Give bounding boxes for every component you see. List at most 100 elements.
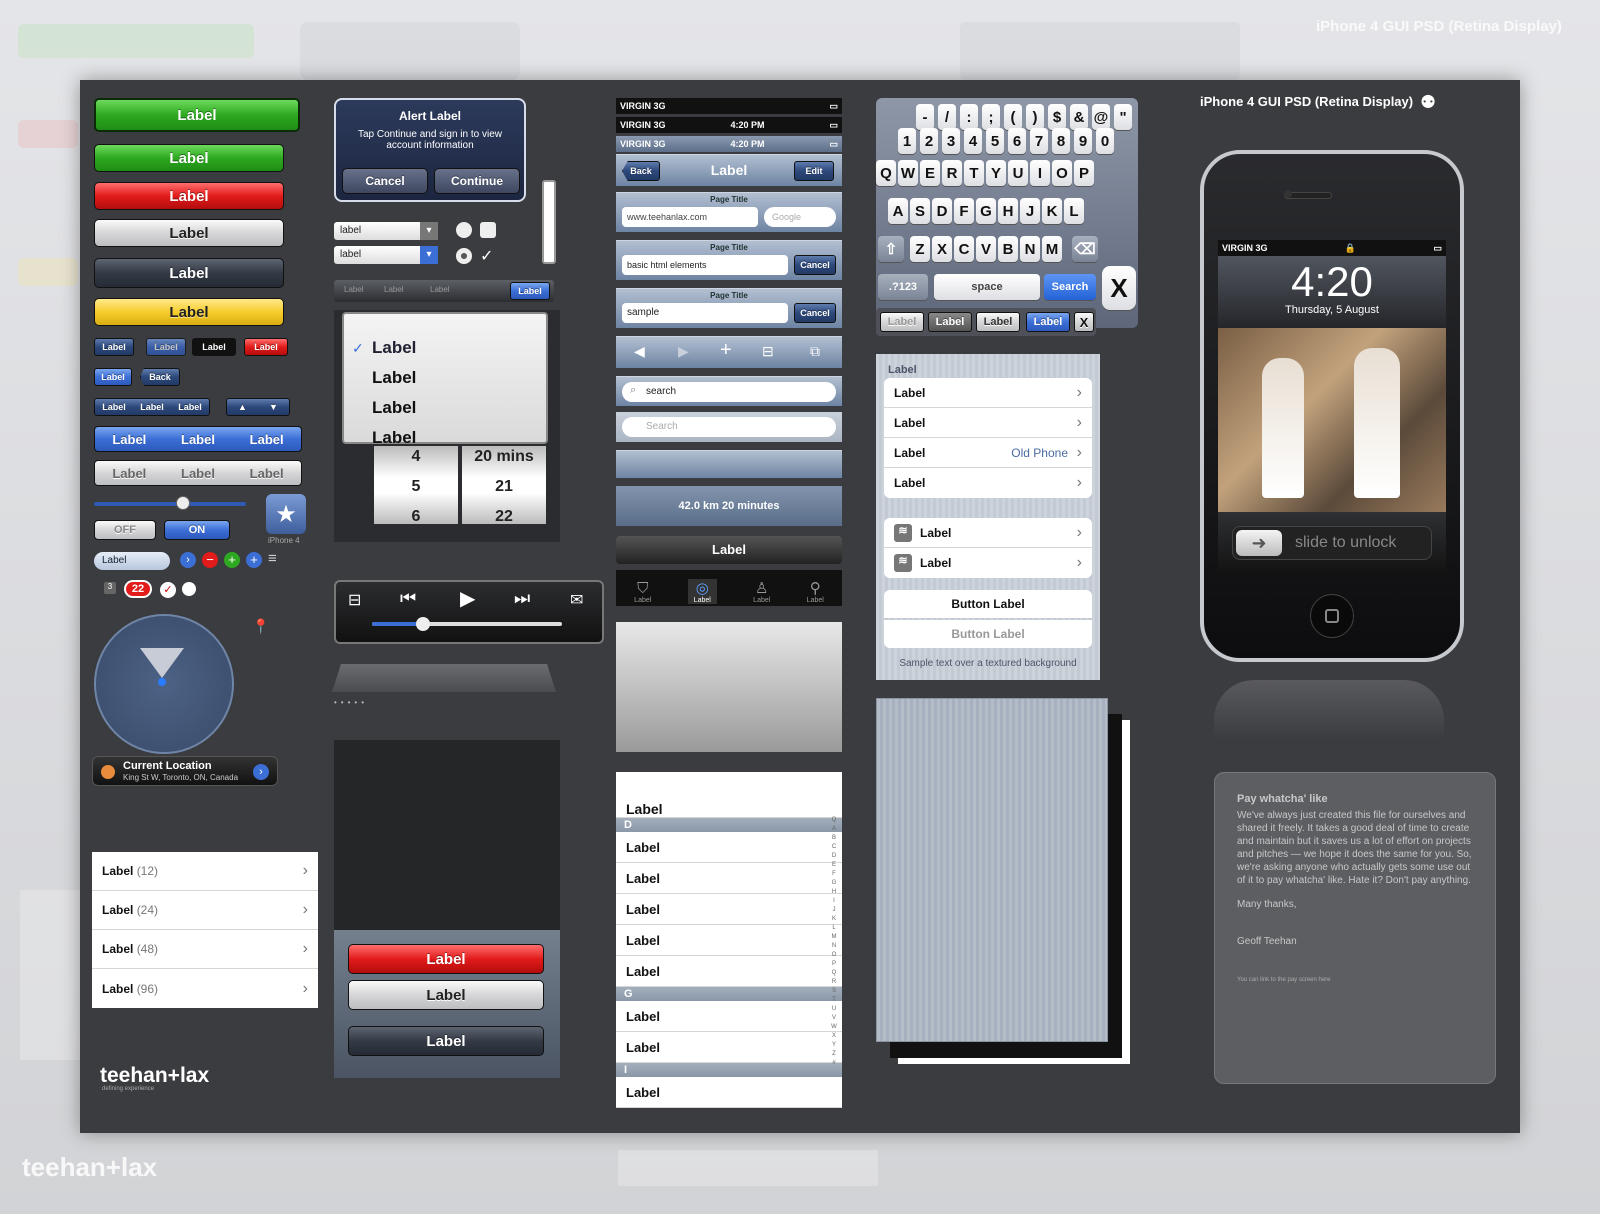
checkbox-empty[interactable] bbox=[480, 222, 496, 238]
scrubber-thumb[interactable] bbox=[416, 617, 430, 631]
segment-button[interactable]: Label bbox=[976, 312, 1020, 332]
up-arrow-icon[interactable]: ▲ bbox=[238, 402, 247, 412]
tab-item[interactable]: ♙ Label bbox=[753, 579, 770, 604]
list-item[interactable]: Label (24) bbox=[92, 891, 318, 930]
pay-link[interactable]: You can link to the pay screen here bbox=[1237, 977, 1473, 983]
list-item[interactable]: Label bbox=[616, 832, 842, 863]
index-letter[interactable]: S bbox=[830, 987, 838, 996]
delete-key[interactable]: ⌫ bbox=[1072, 236, 1098, 262]
toolbar-segment[interactable]: Label bbox=[344, 285, 364, 294]
keyboard-key[interactable]: M bbox=[1042, 236, 1062, 262]
star-icon[interactable]: ★ bbox=[266, 494, 306, 534]
settings-button[interactable]: Button Label bbox=[884, 590, 1092, 618]
index-letter[interactable]: U bbox=[830, 1005, 838, 1014]
keyboard-key[interactable]: J bbox=[1020, 198, 1040, 224]
picker-item[interactable]: Label bbox=[372, 338, 416, 358]
index-letter[interactable]: C bbox=[830, 843, 838, 852]
index-letter[interactable]: M bbox=[830, 933, 838, 942]
keyboard-key[interactable]: 0 bbox=[1096, 128, 1114, 154]
picker-wheel-left[interactable]: 4 5 6 bbox=[374, 446, 458, 525]
list-item[interactable]: Label (12) bbox=[92, 852, 318, 891]
back-button[interactable]: Back bbox=[140, 368, 180, 386]
slider-track[interactable] bbox=[94, 502, 246, 506]
green-button[interactable]: Label bbox=[94, 144, 284, 172]
section-index[interactable]: Q A B C D E F G H I J K L M N O P Q R S T U V W X Y Z # bbox=[830, 816, 838, 1068]
small-blue-button[interactable]: Label bbox=[146, 338, 186, 356]
keyboard-key[interactable]: F bbox=[954, 198, 974, 224]
page-control[interactable]: ••••• bbox=[334, 698, 368, 707]
segment-button[interactable]: Label bbox=[880, 312, 924, 332]
keyboard-key[interactable]: N bbox=[1020, 236, 1040, 262]
keyboard-key[interactable]: 3 bbox=[942, 128, 960, 154]
settings-row[interactable]: Label bbox=[884, 468, 1092, 498]
segmented-blue[interactable]: Label Label Label bbox=[94, 426, 302, 452]
scroll-track[interactable] bbox=[542, 180, 556, 264]
add-icon[interactable]: + bbox=[246, 552, 262, 568]
picker-item[interactable]: Label bbox=[372, 398, 416, 418]
index-letter[interactable]: N bbox=[830, 942, 838, 951]
radio-empty[interactable] bbox=[456, 222, 472, 238]
home-button[interactable] bbox=[1310, 594, 1354, 638]
menu-icon[interactable]: ≡ bbox=[268, 550, 277, 567]
keyboard-key[interactable]: W bbox=[898, 160, 918, 186]
pages-icon[interactable]: ⧉ bbox=[810, 343, 820, 360]
keyboard-key[interactable]: I bbox=[1030, 160, 1050, 186]
keyboard-key[interactable]: 4 bbox=[964, 128, 982, 154]
play-icon[interactable]: ▶ bbox=[460, 586, 475, 611]
toolbar-segment[interactable]: Label bbox=[430, 285, 450, 294]
wifi-row[interactable]: ≋ Label bbox=[884, 548, 1092, 578]
mail-icon[interactable]: ✉ bbox=[570, 590, 583, 610]
index-letter[interactable]: Z bbox=[830, 1050, 838, 1059]
keyboard-key[interactable]: / bbox=[938, 104, 956, 130]
dark-button[interactable]: Label bbox=[94, 258, 284, 288]
small-blue-button-2[interactable]: Label bbox=[94, 368, 132, 386]
shift-key[interactable]: ⇧ bbox=[878, 236, 904, 262]
list-item[interactable]: Label bbox=[616, 1001, 842, 1032]
index-letter[interactable]: T bbox=[830, 996, 838, 1005]
forward-arrow-icon[interactable]: ▶ bbox=[678, 343, 689, 360]
keyboard-key[interactable]: D bbox=[932, 198, 952, 224]
settings-row[interactable]: Label bbox=[884, 408, 1092, 438]
alphabet-index[interactable] bbox=[294, 552, 304, 816]
keyboard-key[interactable]: G bbox=[976, 198, 996, 224]
numbers-key[interactable]: .?123 bbox=[878, 274, 928, 300]
keyboard-key[interactable]: Q bbox=[876, 160, 896, 186]
index-letter[interactable]: L bbox=[830, 924, 838, 933]
picker-wheel-right[interactable]: 20 mins 21 22 bbox=[462, 446, 546, 525]
keyboard-key[interactable]: 8 bbox=[1052, 128, 1070, 154]
red-button[interactable]: Label bbox=[94, 182, 284, 210]
index-letter[interactable]: H bbox=[830, 888, 838, 897]
keyboard-key[interactable]: Z bbox=[910, 236, 930, 262]
index-letter[interactable]: J bbox=[830, 906, 838, 915]
index-letter[interactable]: O bbox=[830, 951, 838, 960]
big-green-button[interactable]: Label bbox=[94, 98, 300, 132]
index-letter[interactable]: E bbox=[830, 861, 838, 870]
space-key[interactable]: space bbox=[934, 274, 1040, 300]
toolbar-blue-button[interactable]: Label bbox=[510, 282, 550, 300]
google-search-field[interactable]: Google bbox=[764, 207, 836, 227]
index-letter[interactable]: W bbox=[830, 1023, 838, 1032]
keyboard-key[interactable]: ( bbox=[1004, 104, 1022, 130]
location-callout[interactable]: Current Location King St W, Toronto, ON,… bbox=[92, 756, 278, 786]
select-b[interactable]: label ▾ bbox=[334, 246, 438, 264]
list-item[interactable]: Label (48) bbox=[92, 930, 318, 969]
list-item[interactable]: Label bbox=[616, 925, 842, 956]
keyboard-key[interactable]: 1 bbox=[898, 128, 916, 154]
picker-item[interactable]: Label bbox=[372, 428, 416, 448]
keyboard-key[interactable]: T bbox=[964, 160, 984, 186]
index-letter[interactable]: F bbox=[830, 870, 838, 879]
keyboard-key[interactable]: A bbox=[888, 198, 908, 224]
index-letter[interactable]: B bbox=[830, 834, 838, 843]
small-red-button[interactable]: Label bbox=[244, 338, 288, 356]
url-field[interactable]: www.teehanlax.com bbox=[622, 207, 758, 227]
keyboard-key[interactable]: 5 bbox=[986, 128, 1004, 154]
tab-item-active[interactable]: ◎ Label bbox=[687, 579, 717, 604]
radio-checked[interactable] bbox=[456, 248, 472, 264]
selector-pill[interactable]: Label bbox=[94, 552, 170, 570]
list-item[interactable]: Label bbox=[616, 772, 842, 818]
minus-icon[interactable]: − bbox=[202, 552, 218, 568]
book-icon[interactable]: ⊟ bbox=[348, 590, 361, 610]
keyboard-key[interactable]: " bbox=[1114, 104, 1132, 130]
keyboard-key[interactable]: ) bbox=[1026, 104, 1044, 130]
segment-button-selected[interactable]: Label bbox=[1026, 312, 1070, 332]
